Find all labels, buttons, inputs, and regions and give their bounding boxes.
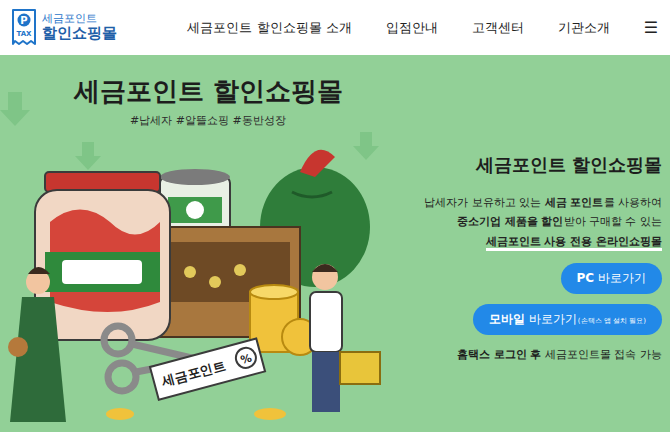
- header: P TAX 세금포인트 할인쇼핑몰 세금포인트 할인쇼핑몰 소개 입점안내 고객센터 기…: [0, 0, 670, 55]
- receipt-icon: P TAX: [10, 8, 38, 48]
- svg-text:P: P: [20, 14, 27, 25]
- logo-top: 세금포인트: [42, 13, 117, 26]
- logo[interactable]: P TAX 세금포인트 할인쇼핑몰: [10, 8, 117, 48]
- hero-title: 세금포인트 할인쇼핑몰: [74, 75, 390, 109]
- login-note: 홈택스 로그인 후 세금포인트몰 접속 가능: [457, 347, 662, 362]
- nav: 세금포인트 할인쇼핑몰 소개 입점안내 고객센터 기관소개 ☰: [187, 18, 658, 37]
- logo-bottom: 할인쇼핑몰: [42, 25, 117, 42]
- hashtags: #납세자 #알뜰쇼핑 #동반성장: [130, 113, 390, 128]
- svg-text:세금포인트: 세금포인트: [159, 358, 227, 390]
- coupon: 세금포인트%: [150, 338, 265, 399]
- intro-panel: 세금포인트 할인쇼핑몰 납세자가 보유하고 있는 세금 포인트를 사용하여중소기…: [390, 55, 670, 432]
- shopping-illustration: 세금포인트%: [0, 132, 390, 422]
- intro-title: 세금포인트 할인쇼핑몰: [476, 153, 662, 177]
- man-figure: [310, 264, 380, 412]
- page: P TAX 세금포인트 할인쇼핑몰 세금포인트 할인쇼핑몰 소개 입점안내 고객센터 기…: [0, 0, 670, 432]
- nav-item[interactable]: 입점안내: [386, 19, 438, 37]
- hero: 세금포인트 할인쇼핑몰 #납세자 #알뜰쇼핑 #동반성장 세금포인트% 세금포인…: [0, 55, 670, 432]
- svg-text:%: %: [239, 351, 253, 366]
- intro-description: 납세자가 보유하고 있는 세금 포인트를 사용하여중소기업 제품을 할인받아 구…: [424, 193, 662, 251]
- menu-icon[interactable]: ☰: [644, 18, 658, 37]
- coin-stack: [106, 285, 318, 420]
- nav-item[interactable]: 기관소개: [558, 19, 610, 37]
- nav-item[interactable]: 세금포인트 할인쇼핑몰 소개: [187, 19, 351, 37]
- link-button[interactable]: PC 바로가기: [561, 263, 662, 294]
- link-button[interactable]: 모바일 바로가기(손택스 앱 설치 필요): [473, 304, 662, 335]
- woman-figure: [8, 267, 66, 422]
- nav-item[interactable]: 고객센터: [472, 19, 524, 37]
- svg-text:TAX: TAX: [16, 30, 32, 38]
